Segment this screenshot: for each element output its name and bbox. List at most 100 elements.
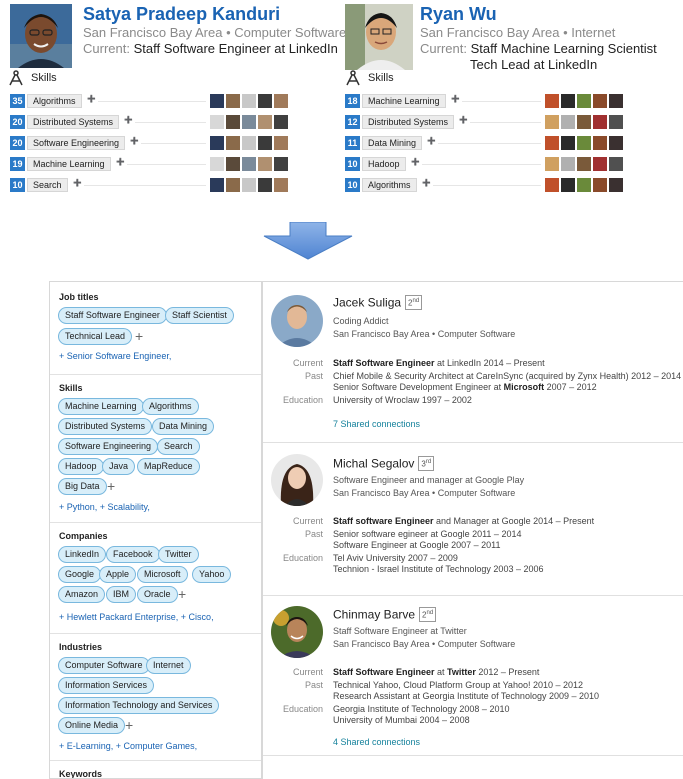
endorser-avatar[interactable] [577,136,591,150]
endorser-avatar[interactable] [226,178,240,192]
endorser-avatar[interactable] [609,115,623,129]
endorser-avatar[interactable] [274,178,288,192]
filter-pill[interactable]: IBM [106,586,137,603]
filter-pill[interactable]: Information Technology and Services [58,697,220,714]
profile-name[interactable]: Satya Pradeep Kanduri [83,4,280,25]
skill-row[interactable]: 20 Distributed Systems ➕ [10,115,294,129]
profile-name[interactable]: Ryan Wu [420,4,497,25]
filter-pill[interactable]: Machine Learning [58,398,144,415]
filter-pill[interactable]: Big Data [58,478,107,495]
endorser-avatar[interactable] [274,136,288,150]
endorser-avatar[interactable] [258,157,272,171]
endorser-avatar[interactable] [545,157,559,171]
endorser-avatar[interactable] [577,178,591,192]
endorser-avatar[interactable] [577,115,591,129]
filter-pill[interactable]: Algorithms [142,398,199,415]
result-name-text[interactable]: Jacek Suliga [333,296,401,310]
endorser-avatar[interactable] [242,136,256,150]
skill-row[interactable]: 10 Hadoop ➕ [345,157,629,171]
result-name[interactable]: Jacek Suliga 2nd [333,295,423,310]
skill-row[interactable]: 12 Distributed Systems ➕ [345,115,629,129]
skill-name[interactable]: Hadoop [362,157,406,171]
add-filter-button[interactable]: + [125,717,133,734]
endorser-avatar[interactable] [258,94,272,108]
endorse-plus-icon[interactable]: ➕ [422,179,431,187]
endorser-avatar[interactable] [210,94,224,108]
filter-pill[interactable]: MapReduce [137,458,200,475]
shared-connections-link[interactable]: 4 Shared connections [333,737,420,747]
endorse-plus-icon[interactable]: ➕ [427,137,436,145]
avatar[interactable] [271,606,323,658]
skill-row[interactable]: 18 Machine Learning ➕ [345,94,629,108]
endorser-avatar[interactable] [593,94,607,108]
skill-name[interactable]: Distributed Systems [27,115,120,129]
endorser-avatar[interactable] [577,94,591,108]
endorser-avatar[interactable] [561,178,575,192]
add-filter-button[interactable]: + [107,478,115,495]
endorser-avatar[interactable] [226,136,240,150]
endorse-plus-icon[interactable]: ➕ [411,158,420,166]
more-suggestions-link[interactable]: + Senior Software Engineer, [59,351,171,361]
filter-pill[interactable]: Yahoo [192,566,232,583]
add-filter-button[interactable]: + [178,586,186,603]
endorser-avatar[interactable] [545,115,559,129]
filter-pill[interactable]: Computer Software [58,657,150,674]
endorse-plus-icon[interactable]: ➕ [130,137,139,145]
shared-connections-link[interactable]: 7 Shared connections [333,419,420,429]
filter-pill[interactable]: Facebook [106,546,160,563]
filter-pill[interactable]: Technical Lead [58,328,133,345]
skill-name[interactable]: Machine Learning [362,94,446,108]
filter-pill[interactable]: Twitter [158,546,199,563]
filter-pill[interactable]: Search [157,438,200,455]
endorser-avatar[interactable] [609,178,623,192]
endorser-avatar[interactable] [274,157,288,171]
skill-row[interactable]: 10 Algorithms ➕ [345,178,629,192]
result-card[interactable]: Michal Segalov 3rd Software Engineer and … [263,443,683,596]
endorser-avatar[interactable] [242,115,256,129]
endorse-plus-icon[interactable]: ➕ [73,179,82,187]
filter-pill[interactable]: Staff Software Engineer [58,307,167,324]
skill-row[interactable]: 10 Search ➕ [10,178,294,192]
endorser-avatar[interactable] [609,157,623,171]
avatar[interactable] [271,454,323,506]
endorser-avatar[interactable] [210,157,224,171]
add-filter-button[interactable]: + [135,328,143,345]
skill-name[interactable]: Software Engineering [27,136,126,150]
filter-pill[interactable]: Java [102,458,136,475]
skill-name[interactable]: Search [27,178,68,192]
more-suggestions-link[interactable]: + Python, + Scalability, [59,502,150,512]
skill-name[interactable]: Algorithms [27,94,82,108]
endorser-avatar[interactable] [561,136,575,150]
skill-name[interactable]: Machine Learning [27,157,111,171]
endorser-avatar[interactable] [242,94,256,108]
endorser-avatar[interactable] [258,178,272,192]
endorser-avatar[interactable] [609,94,623,108]
endorse-plus-icon[interactable]: ➕ [459,116,468,124]
endorse-plus-icon[interactable]: ➕ [116,158,125,166]
endorser-avatar[interactable] [561,157,575,171]
filter-pill[interactable]: Distributed Systems [58,418,153,435]
filter-pill[interactable]: Oracle [137,586,178,603]
endorser-avatar[interactable] [226,94,240,108]
endorser-avatar[interactable] [561,94,575,108]
endorser-avatar[interactable] [242,178,256,192]
endorser-avatar[interactable] [593,157,607,171]
endorse-plus-icon[interactable]: ➕ [124,116,133,124]
result-card[interactable]: Jacek Suliga 2nd Coding Addict San Franci… [263,282,683,443]
skill-name[interactable]: Data Mining [362,136,423,150]
endorser-avatar[interactable] [593,115,607,129]
endorser-avatar[interactable] [545,178,559,192]
endorser-avatar[interactable] [226,157,240,171]
more-suggestions-link[interactable]: + E-Learning, + Computer Games, [59,741,197,751]
endorser-avatar[interactable] [242,157,256,171]
filter-pill[interactable]: Information Services [58,677,155,694]
filter-pill[interactable]: Hadoop [58,458,104,475]
skill-row[interactable]: 20 Software Engineering ➕ [10,136,294,150]
filter-pill[interactable]: Internet [146,657,191,674]
endorser-avatar[interactable] [210,115,224,129]
avatar[interactable] [271,295,323,347]
endorser-avatar[interactable] [226,115,240,129]
endorser-avatar[interactable] [561,115,575,129]
endorse-plus-icon[interactable]: ➕ [451,95,460,103]
result-card[interactable]: Chinmay Barve 2nd Staff Software Engineer… [263,596,683,756]
